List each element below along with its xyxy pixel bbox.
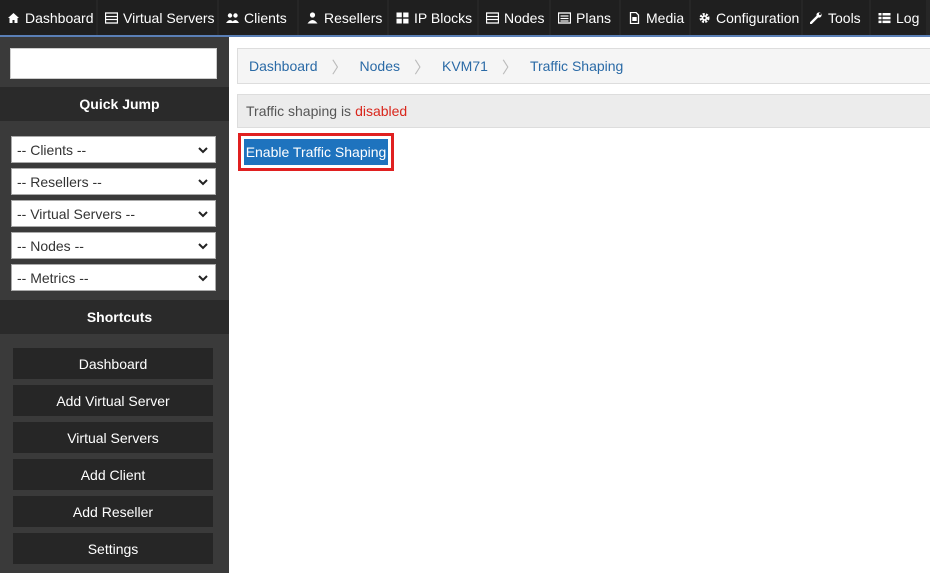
select-value: -- Clients -- xyxy=(17,141,87,158)
breadcrumb: Dashboard 〉 Nodes 〉 KVM71 〉 Traffic Shap… xyxy=(237,48,930,84)
shortcut-settings-button[interactable]: Settings xyxy=(13,533,213,564)
enable-traffic-shaping-button[interactable]: Enable Traffic Shaping xyxy=(244,139,388,165)
select-value: -- Resellers -- xyxy=(17,173,102,190)
chevron-down-icon xyxy=(198,275,208,282)
nav-tab-virtual-servers[interactable]: Virtual Servers xyxy=(98,0,217,35)
shortcut-add-virtual-server-button[interactable]: Add Virtual Server xyxy=(13,385,213,416)
list-icon xyxy=(558,11,571,24)
traffic-shaping-status-alert: Traffic shaping is disabled xyxy=(237,94,930,128)
quick-jump-title: Quick Jump xyxy=(79,96,160,112)
gear-icon xyxy=(698,12,711,24)
nav-tab-configuration[interactable]: Configuration xyxy=(691,0,801,35)
status-text: Traffic shaping is xyxy=(246,103,352,119)
shortcut-add-client-button[interactable]: Add Client xyxy=(13,459,213,490)
shortcut-label: Settings xyxy=(87,540,139,557)
breadcrumb-dashboard-link[interactable]: Dashboard xyxy=(249,58,318,74)
users-icon xyxy=(226,12,239,24)
status-value: disabled xyxy=(355,103,408,119)
nav-tab-media[interactable]: Media xyxy=(621,0,689,35)
file-icon xyxy=(628,11,641,24)
home-icon xyxy=(7,12,20,24)
quick-jump-resellers-select[interactable]: -- Resellers -- xyxy=(11,168,216,195)
select-value: -- Virtual Servers -- xyxy=(17,205,135,222)
nav-tab-ip-blocks[interactable]: IP Blocks xyxy=(389,0,477,35)
shortcuts-title: Shortcuts xyxy=(86,309,153,325)
select-value: -- Metrics -- xyxy=(17,269,89,286)
nav-tab-dashboard[interactable]: Dashboard xyxy=(0,0,96,35)
nav-tab-resellers[interactable]: Resellers xyxy=(299,0,387,35)
nav-tab-label: IP Blocks xyxy=(414,9,473,26)
sidebar: Quick Jump -- Clients -- -- Resellers --… xyxy=(0,37,229,573)
nav-tab-tools[interactable]: Tools xyxy=(803,0,869,35)
breadcrumb-separator-icon: 〉 xyxy=(331,60,348,77)
nav-tab-label: Configuration xyxy=(716,9,800,26)
nav-tab-label: Virtual Servers xyxy=(123,9,215,26)
chevron-down-icon xyxy=(198,243,208,250)
shortcut-label: Add Virtual Server xyxy=(56,392,170,409)
nav-tab-label: Tools xyxy=(828,9,861,26)
shortcut-label: Add Client xyxy=(80,466,146,483)
breadcrumb-traffic-shaping-link[interactable]: Traffic Shaping xyxy=(530,58,623,74)
enable-button-highlight: Enable Traffic Shaping xyxy=(238,133,394,171)
user-icon xyxy=(306,11,319,24)
server-icon xyxy=(486,11,499,24)
shortcuts-header: Shortcuts xyxy=(0,300,229,334)
breadcrumb-separator-icon: 〉 xyxy=(501,60,518,77)
chevron-down-icon xyxy=(198,147,208,154)
chevron-down-icon xyxy=(198,211,208,218)
search-input[interactable] xyxy=(10,48,217,79)
top-navbar: Dashboard Virtual Servers Clients Resell… xyxy=(0,0,930,37)
quick-jump-nodes-select[interactable]: -- Nodes -- xyxy=(11,232,216,259)
quick-jump-metrics-select[interactable]: -- Metrics -- xyxy=(11,264,216,291)
breadcrumb-node-link[interactable]: KVM71 xyxy=(442,58,488,74)
wrench-icon xyxy=(810,11,823,24)
shortcut-add-reseller-button[interactable]: Add Reseller xyxy=(13,496,213,527)
nav-tab-label: Log xyxy=(896,9,920,26)
nav-tab-plans[interactable]: Plans xyxy=(551,0,619,35)
breadcrumb-nodes-link[interactable]: Nodes xyxy=(360,58,400,74)
nav-tab-label: Nodes xyxy=(504,9,545,26)
nav-tab-clients[interactable]: Clients xyxy=(219,0,297,35)
shortcut-label: Virtual Servers xyxy=(67,429,159,446)
shortcut-label: Add Reseller xyxy=(72,503,154,520)
grid-icon xyxy=(396,12,409,24)
chevron-down-icon xyxy=(198,179,208,186)
server-icon xyxy=(105,11,118,24)
list-icon xyxy=(878,12,891,24)
nav-tab-label: Plans xyxy=(576,9,612,26)
nav-tab-label: Resellers xyxy=(324,9,383,26)
shortcut-label: Dashboard xyxy=(78,355,148,372)
nav-tab-label: Media xyxy=(646,9,685,26)
quick-jump-header: Quick Jump xyxy=(0,87,229,121)
nav-tab-nodes[interactable]: Nodes xyxy=(479,0,549,35)
nav-tab-label: Dashboard xyxy=(25,9,94,26)
shortcut-virtual-servers-button[interactable]: Virtual Servers xyxy=(13,422,213,453)
quick-jump-clients-select[interactable]: -- Clients -- xyxy=(11,136,216,163)
nav-tab-log[interactable]: Log xyxy=(871,0,926,35)
quick-jump-virtual-servers-select[interactable]: -- Virtual Servers -- xyxy=(11,200,216,227)
nav-tab-label: Clients xyxy=(244,9,287,26)
breadcrumb-separator-icon: 〉 xyxy=(413,60,430,77)
shortcut-dashboard-button[interactable]: Dashboard xyxy=(13,348,213,379)
select-value: -- Nodes -- xyxy=(17,237,84,254)
